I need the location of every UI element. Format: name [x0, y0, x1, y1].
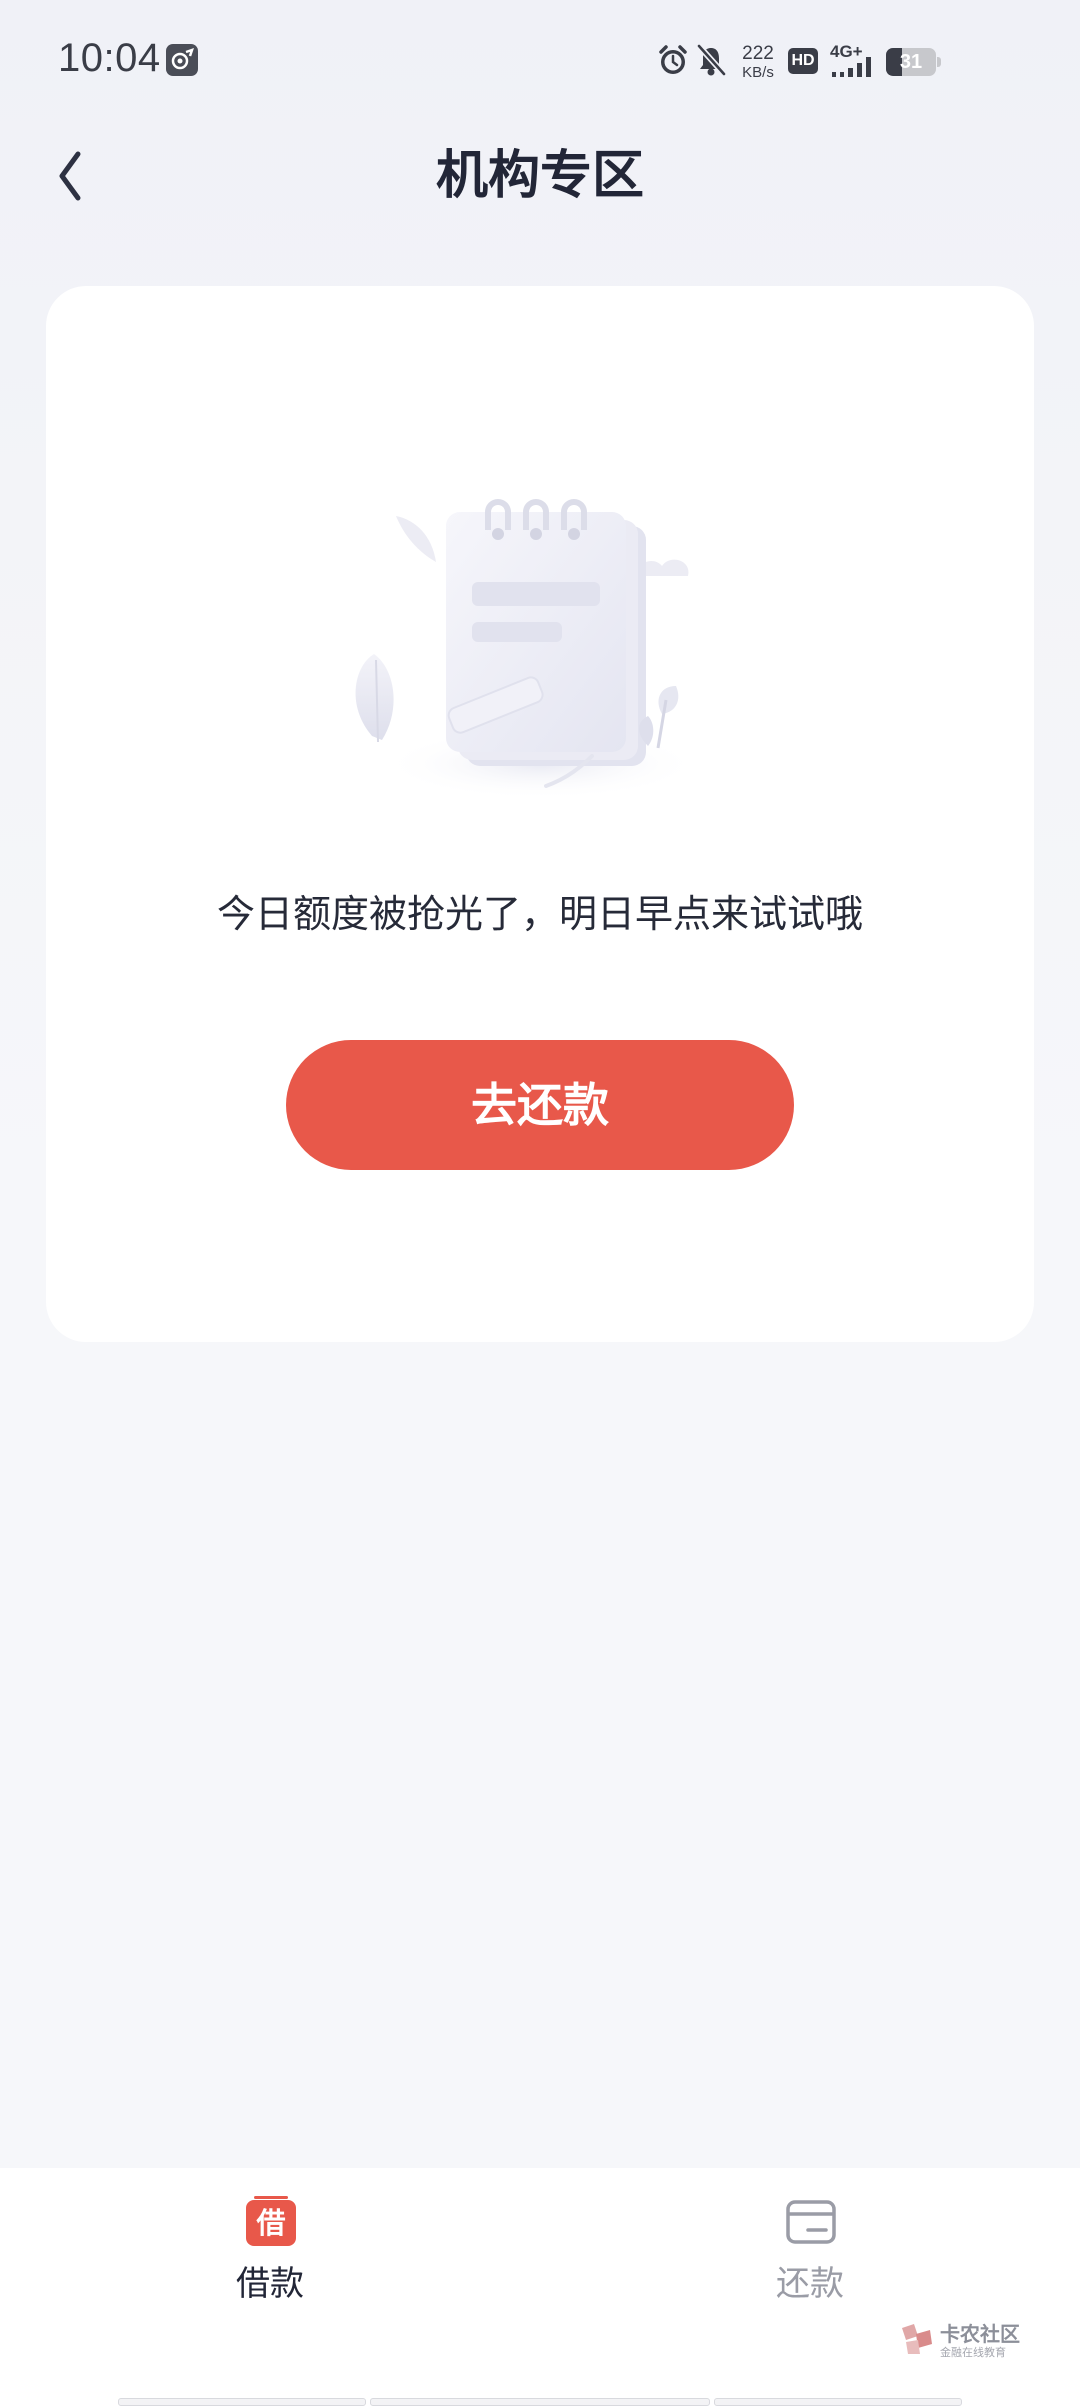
home-indicator-right — [714, 2398, 962, 2406]
watermark: 卡农社区 金融在线教育 — [898, 2318, 1028, 2362]
borrow-badge-top — [254, 2196, 288, 2199]
battery-tip — [937, 57, 941, 67]
app-notification-icon — [166, 44, 198, 76]
nav-bar: 机构专区 — [0, 128, 1080, 224]
battery-level: 31 — [899, 51, 923, 73]
tab-borrow-label: 借款 — [236, 2264, 304, 2304]
status-time: 10:04 — [58, 36, 161, 80]
empty-message: 今日额度被抢光了，明日早点来试试哦 — [216, 892, 863, 936]
watermark-subtitle: 金融在线教育 — [940, 2346, 1006, 2359]
borrow-badge: 借 — [246, 2200, 296, 2246]
signal-bars-icon — [832, 57, 871, 77]
bell-muted-icon — [694, 40, 728, 80]
go-repay-button[interactable]: 去还款 — [286, 1040, 794, 1170]
hd-badge: HD — [788, 48, 818, 74]
network-speed-value: 222 — [742, 43, 774, 64]
home-indicator-center — [370, 2398, 710, 2406]
network-speed-unit: KB/s — [742, 64, 774, 81]
watermark-logo-icon — [902, 2324, 932, 2354]
status-bar: 10:04 222 KB/s HD 4G+ 31 — [0, 0, 1080, 128]
tab-repay-label: 还款 — [776, 2264, 844, 2304]
borrow-tab-icon: 借 — [246, 2196, 296, 2248]
signal-strength: 4G+ — [830, 42, 878, 80]
battery-indicator: 31 — [886, 48, 941, 76]
alarm-icon — [656, 40, 690, 80]
watermark-name: 卡农社区 — [940, 2322, 1020, 2346]
page-title: 机构专区 — [435, 146, 644, 206]
card-icon — [786, 2196, 836, 2248]
tab-borrow[interactable]: 借 借款 — [160, 2196, 380, 2326]
empty-notebook-illustration — [336, 496, 746, 806]
tab-repay[interactable]: 还款 — [700, 2196, 920, 2326]
empty-state-card: 今日额度被抢光了，明日早点来试试哦 去还款 — [46, 286, 1034, 1342]
battery-icon: 31 — [886, 48, 936, 76]
bottom-tab-bar: 借 借款 还款 卡农社区 金融在线教育 — [0, 2168, 1080, 2408]
network-speed: 222 KB/s — [736, 44, 780, 84]
home-indicator-left — [118, 2398, 366, 2406]
